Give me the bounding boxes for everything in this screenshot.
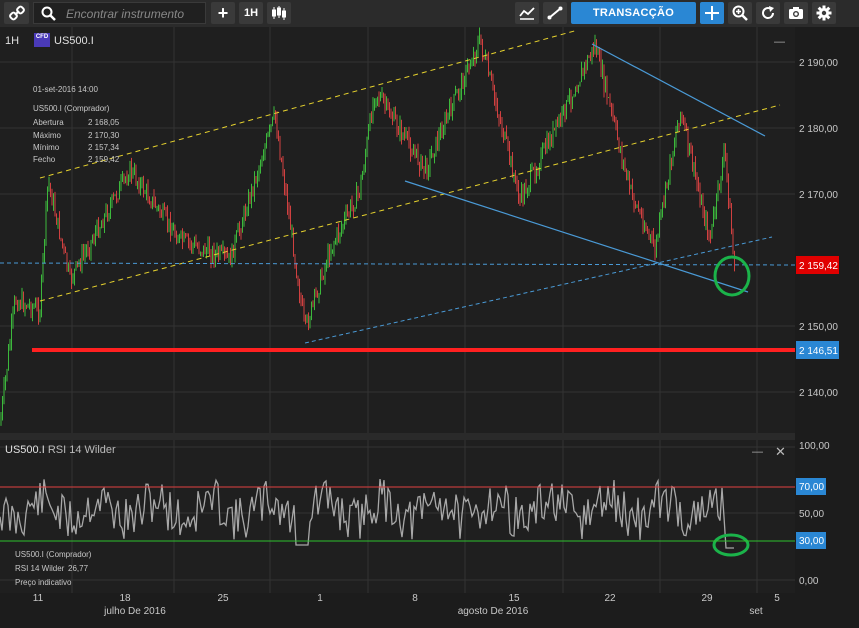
- main-minimize-button[interactable]: —: [774, 36, 785, 48]
- add-instrument-button[interactable]: +: [211, 2, 235, 24]
- info-row: Máximo 2 170,30: [33, 131, 120, 140]
- search-icon: [41, 6, 56, 21]
- info-row: Abertura 2 168,05: [33, 118, 120, 127]
- time-tick: 1: [317, 593, 323, 604]
- rsi-tick: 0,00: [799, 576, 819, 587]
- current-price-label: 2 159,42: [799, 261, 838, 272]
- time-tick: 29: [701, 593, 713, 604]
- price-tick: 2 170,00: [799, 190, 838, 201]
- refresh-icon: [762, 6, 775, 19]
- chart-type-button[interactable]: [267, 2, 291, 24]
- month-label: julho De 2016: [103, 606, 166, 617]
- rsi-close-button[interactable]: ✕: [775, 444, 786, 460]
- candlestick-icon: [272, 6, 286, 20]
- level-price-label: 2 146,51: [799, 346, 838, 357]
- price-tick: 2 140,00: [799, 388, 838, 399]
- trade-button[interactable]: TRANSACÇÃO: [571, 2, 696, 24]
- zoom-in-icon: [732, 5, 748, 21]
- rsi-tick: 50,00: [799, 509, 824, 520]
- time-tick: 22: [604, 593, 616, 604]
- crosshair-icon: [705, 6, 719, 20]
- info-datetime: 01-set-2016 14:00: [33, 85, 98, 94]
- timeframe-button[interactable]: 1H: [239, 2, 263, 24]
- line-tool-icon: [547, 6, 563, 20]
- info-row: Fecho 2 159,42: [33, 155, 120, 164]
- chart-area[interactable]: 2 190,00 2 180,00 2 170,00 2 150,00 2 14…: [0, 27, 859, 628]
- rsi-info-row: RSI 14 Wilder 26,77: [15, 564, 89, 573]
- rsi-info-note: Preço indicativo: [15, 578, 72, 587]
- time-tick: 15: [508, 593, 520, 604]
- zoom-in-button[interactable]: [728, 2, 752, 24]
- time-tick: 11: [33, 593, 44, 604]
- time-tick: 8: [412, 593, 418, 604]
- line-tool-button[interactable]: [543, 2, 567, 24]
- rsi-symbol-label: US500.I RSI 14 Wilder: [5, 444, 116, 456]
- month-label: agosto De 2016: [458, 606, 529, 617]
- plus-icon: +: [217, 2, 229, 23]
- indicator-icon: [519, 7, 535, 20]
- rsi-70-label: 70,00: [799, 482, 824, 493]
- price-tick: 2 150,00: [799, 322, 838, 333]
- rsi-info-title: US500.I (Comprador): [15, 550, 92, 559]
- crosshair-button[interactable]: [700, 2, 724, 24]
- gear-icon: [816, 5, 832, 21]
- rsi-minimize-button[interactable]: —: [752, 446, 763, 458]
- time-tick: 5: [774, 593, 780, 604]
- main-symbol-label: US500.I: [54, 35, 94, 47]
- info-title: US500.I (Comprador): [33, 104, 110, 113]
- search-input[interactable]: [64, 5, 208, 23]
- rsi-30-label: 30,00: [799, 536, 824, 547]
- screenshot-button[interactable]: [784, 2, 808, 24]
- cfd-badge: CFD: [34, 33, 50, 47]
- indicators-button[interactable]: [515, 2, 539, 24]
- time-tick: 25: [217, 593, 229, 604]
- refresh-button[interactable]: [756, 2, 780, 24]
- rsi-tick: 100,00: [799, 441, 830, 452]
- month-label: set: [749, 606, 763, 617]
- link-icon: [8, 5, 25, 21]
- settings-button[interactable]: [812, 2, 836, 24]
- search-box[interactable]: [33, 2, 208, 24]
- camera-icon: [789, 7, 803, 19]
- price-tick: 2 190,00: [799, 58, 838, 69]
- main-timeframe-label: 1H: [5, 35, 20, 47]
- panel-divider[interactable]: [0, 433, 859, 440]
- time-tick: 18: [119, 593, 131, 604]
- toolbar: + 1H TRANSACÇÃO: [0, 0, 859, 27]
- price-tick: 2 180,00: [799, 124, 838, 135]
- link-button[interactable]: [4, 2, 29, 24]
- info-row: Mínimo 2 157,34: [33, 143, 120, 152]
